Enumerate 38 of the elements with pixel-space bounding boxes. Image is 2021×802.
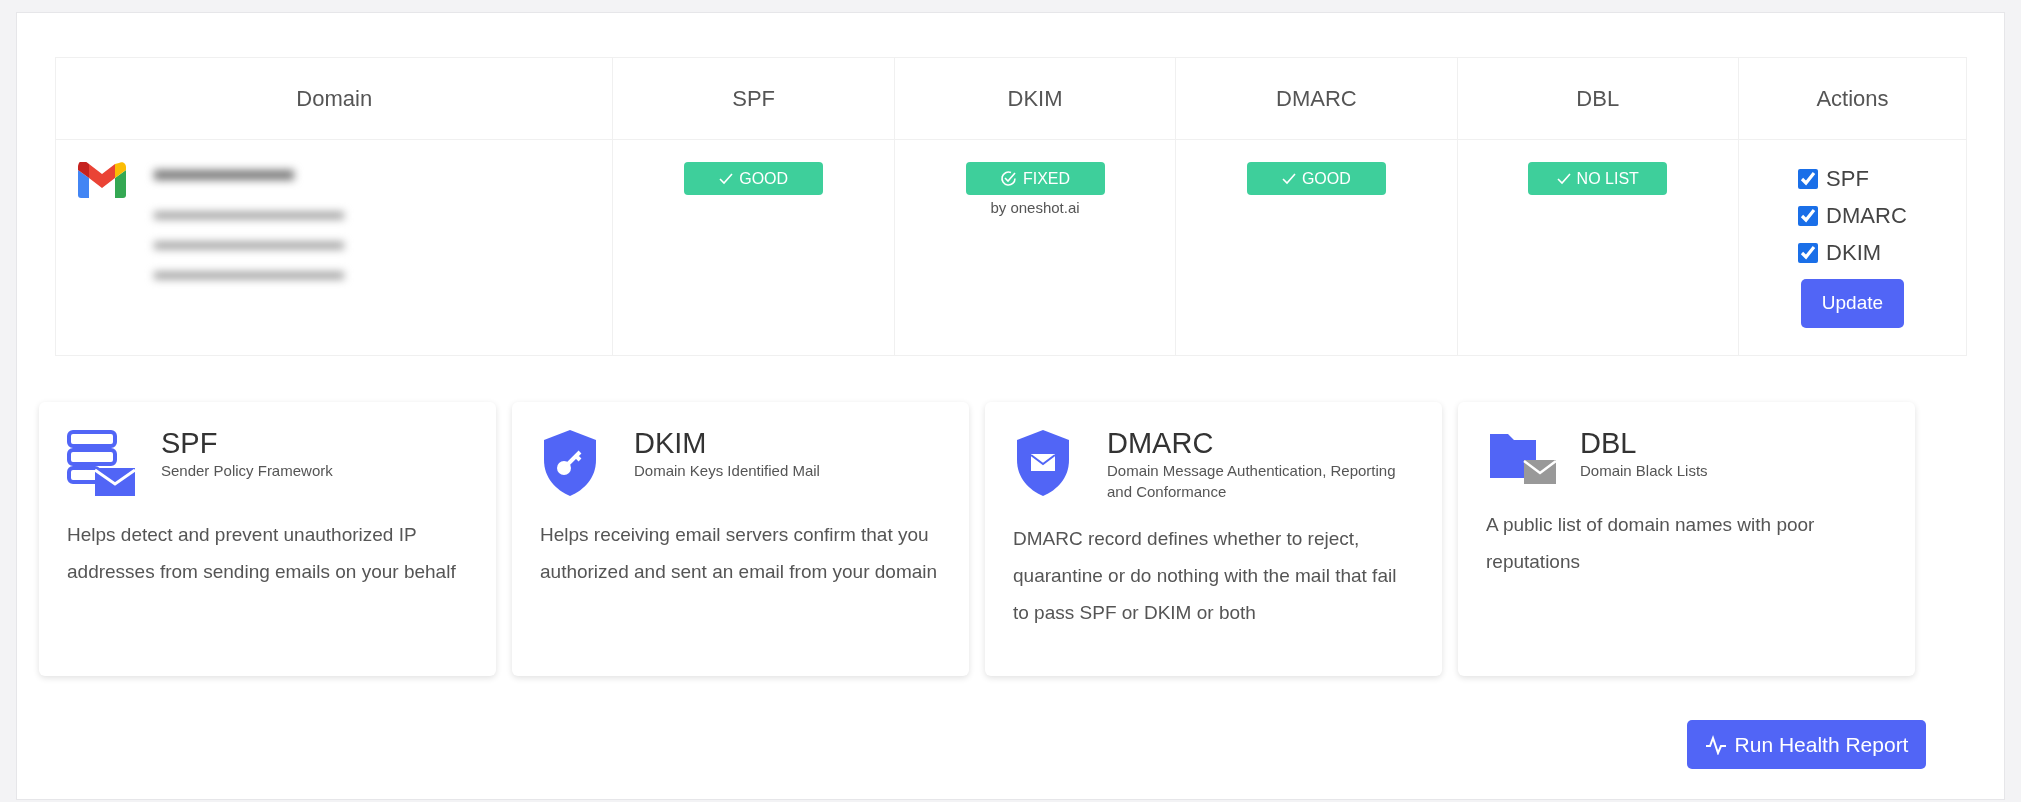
column-header: DMARC [1175,57,1458,140]
checkbox-label: SPF [1826,165,1869,193]
card-title: DMARC [1107,428,1215,460]
status-badge: NO LIST [1528,162,1668,195]
card-subtitle: Domain Message Authentication, Reporting and Conformance [1107,460,1397,502]
run-health-report-button[interactable]: Run Health Report [1687,720,1926,769]
card-title: DKIM [634,428,708,460]
checkbox[interactable] [1798,205,1819,226]
status-badge: FIXED [965,162,1105,195]
column-header: Actions [1738,57,1967,140]
column-header: DBL [1457,57,1739,140]
card-subtitle: Sender Policy Framework [161,460,333,481]
checkbox[interactable] [1798,242,1819,263]
card-subtitle: Domain Black Lists [1580,460,1708,481]
check-icon [1281,172,1296,185]
status-note: by oneshot.ai [989,198,1081,218]
card-description: DMARC record defines whether to reject, quarantine or do nothing with the mail that fail to pass SPF or DKIM or both [1013,526,1398,625]
checkbox-label: DMARC [1826,202,1907,230]
card-title: DBL [1580,428,1638,460]
status-badge: GOOD [684,162,824,195]
card-description: Helps detect and prevent unauthorized IP addresses from sending emails on your behalf [67,523,457,584]
server-mail-icon [67,428,137,498]
check-icon [719,172,734,185]
card-description: Helps receiving email servers confirm that you authorized and sent an email from your domain [540,523,939,584]
column-header: Domain [55,57,613,140]
check-icon [1556,172,1571,185]
check-circle-icon [999,170,1017,187]
column-header: SPF [612,57,895,140]
checkbox[interactable] [1798,168,1819,189]
update-button[interactable]: Update [1800,279,1904,328]
card-title: SPF [161,428,219,460]
card-description: A public list of domain names with poor reputations [1486,513,1816,574]
card-subtitle: Domain Keys Identified Mail [634,460,820,481]
column-header: DKIM [894,57,1176,140]
gmail-icon [78,162,126,198]
pulse-icon [1704,734,1727,755]
checkbox-label: DKIM [1826,239,1882,267]
status-badge: GOOD [1246,162,1386,195]
